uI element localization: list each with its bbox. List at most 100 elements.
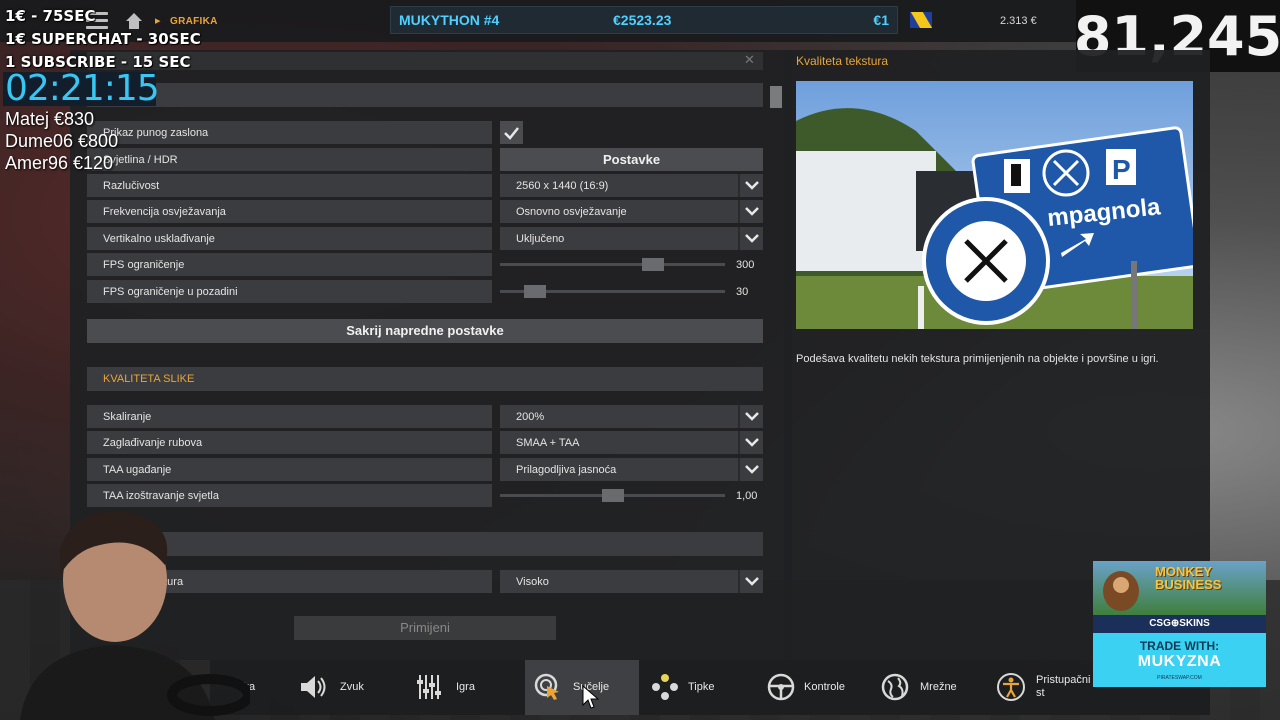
apply-button[interactable]: Primijeni xyxy=(294,616,556,640)
chevron-down-icon xyxy=(745,181,759,190)
chevron-down-icon xyxy=(745,207,759,216)
chevron-down-icon xyxy=(745,577,759,586)
sponsor-ad[interactable]: MONKEY BUSINESS CSG⊕SKINS TRADE WITH: MU… xyxy=(1093,561,1266,687)
chevron-down-icon xyxy=(745,412,759,421)
setting-row: TAA ugađanje xyxy=(87,458,492,481)
setting-row: FPS ograničenje u pozadini xyxy=(87,280,492,303)
slider-handle[interactable] xyxy=(642,258,664,271)
scrollbar-thumb[interactable] xyxy=(770,86,782,108)
profile-small-amount: €1 xyxy=(873,12,889,28)
setting-label: FPS ograničenje u pozadini xyxy=(103,286,238,298)
dropdown-value: 2560 x 1440 (16:9) xyxy=(516,180,609,192)
ad-cta-line1: TRADE WITH: xyxy=(1139,639,1220,653)
webcam-feed xyxy=(0,505,250,720)
bank-balance: 2.313 € xyxy=(1000,15,1037,27)
nav-label: Tipke xyxy=(688,681,715,693)
chevron-down-icon xyxy=(745,234,759,243)
nav-game[interactable]: Igra xyxy=(408,660,518,715)
gamepad-buttons-icon xyxy=(652,674,678,700)
setting-row: Vertikalno usklađivanje xyxy=(87,227,492,250)
hide-advanced-button[interactable]: Sakrij napredne postavke xyxy=(87,319,763,343)
country-flag-icon xyxy=(910,12,932,28)
ad-game-title-line2: BUSINESS xyxy=(1155,577,1222,592)
ad-game-title: MONKEY BUSINESS xyxy=(1155,565,1221,591)
nav-keys[interactable]: Tipke xyxy=(646,660,756,715)
globe-icon xyxy=(881,673,909,701)
setting-row: Svjetlina / HDR xyxy=(87,148,492,171)
profile-bar: MUKYTHON #4 €2523.23 €1 xyxy=(390,6,898,34)
steering-wheel-icon xyxy=(767,673,795,701)
profile-name: MUKYTHON #4 xyxy=(399,12,500,28)
slider-value: 300 xyxy=(736,259,755,271)
chevron-down-icon xyxy=(745,465,759,474)
slider-track[interactable] xyxy=(500,263,725,266)
section-image-quality: KVALITETA SLIKE xyxy=(87,367,763,391)
setting-dropdown[interactable]: 2560 x 1440 (16:9) xyxy=(500,174,763,197)
setting-label: Razlučivost xyxy=(103,180,160,192)
dropdown-button[interactable] xyxy=(738,431,763,454)
dropdown-value: Osnovno osvježavanje xyxy=(516,206,627,218)
close-icon[interactable]: ✕ xyxy=(744,53,758,67)
setting-dropdown[interactable]: Uključeno xyxy=(500,227,763,250)
texture-quality-dropdown[interactable]: Visoko xyxy=(500,570,763,593)
nav-label: Igra xyxy=(456,681,475,693)
top-donor-1: Matej €830 xyxy=(5,109,95,129)
slider-handle[interactable] xyxy=(602,489,624,502)
dropdown-value: Uključeno xyxy=(516,233,565,245)
dropdown-button[interactable] xyxy=(738,174,763,197)
dropdown-button[interactable] xyxy=(738,458,763,481)
setting-label: Prikaz punog zaslona xyxy=(103,127,209,139)
ad-cta-line2: MUKYZNA xyxy=(1137,653,1222,670)
section-display xyxy=(87,83,763,107)
slider-handle[interactable] xyxy=(524,285,546,298)
fullscreen-checkbox[interactable] xyxy=(500,121,523,144)
slider-value: 1,00 xyxy=(736,490,758,502)
sign-letter: P xyxy=(1112,154,1131,185)
setting-label: Zaglađivanje rubova xyxy=(103,437,203,449)
setting-slider[interactable]: 30 xyxy=(500,280,763,303)
setting-slider[interactable]: 1,00 xyxy=(500,484,763,507)
home-icon[interactable] xyxy=(124,11,144,31)
setting-label: Svjetlina / HDR xyxy=(103,154,178,166)
ad-game-banner: MONKEY BUSINESS xyxy=(1093,561,1266,615)
nav-label: Kontrole xyxy=(804,681,845,693)
profile-money: €2523.23 xyxy=(613,12,672,28)
nav-controls[interactable]: Kontrole xyxy=(762,660,874,715)
dropdown-button[interactable] xyxy=(738,227,763,250)
detail-title: Kvaliteta tekstura xyxy=(796,54,889,68)
setting-dropdown[interactable]: SMAA + TAA xyxy=(500,431,763,454)
bottom-navigation: fika Zvuk Igra Sučelje Tipke Kontrole Mr… xyxy=(210,660,1210,715)
nav-sound[interactable]: Zvuk xyxy=(292,660,402,715)
donation-rule-1: 1€ - 75SEC xyxy=(5,7,96,25)
ad-cta-line3: PIRATESWAP.COM xyxy=(1157,675,1202,681)
hdr-settings-button[interactable]: Postavke xyxy=(500,148,763,171)
dropdown-button[interactable] xyxy=(738,570,763,593)
slider-value: 30 xyxy=(736,286,749,298)
dropdown-button[interactable] xyxy=(738,200,763,223)
setting-row: Skaliranje xyxy=(87,405,492,428)
setting-row: FPS ograničenje xyxy=(87,253,492,276)
breadcrumb[interactable]: GRAFIKA xyxy=(170,16,218,27)
setting-label: Frekvencija osvježavanja xyxy=(103,206,226,218)
setting-dropdown[interactable]: Osnovno osvježavanje xyxy=(500,200,763,223)
setting-dropdown[interactable]: Prilagodljiva jasnoća xyxy=(500,458,763,481)
setting-slider[interactable]: 300 xyxy=(500,253,763,276)
top-donor-3: Amer96 €120 xyxy=(5,153,114,173)
checkmark-icon xyxy=(504,127,519,140)
dropdown-button[interactable] xyxy=(738,405,763,428)
setting-row: Razlučivost xyxy=(87,174,492,197)
accessibility-icon xyxy=(997,673,1025,701)
setting-row: Prikaz punog zaslona xyxy=(87,121,492,144)
nav-network[interactable]: Mrežne xyxy=(878,660,990,715)
setting-row: Zaglađivanje rubova xyxy=(87,431,492,454)
mouse-cursor-icon xyxy=(582,685,600,709)
dropdown-value: SMAA + TAA xyxy=(516,437,580,449)
setting-dropdown[interactable]: 200% xyxy=(500,405,763,428)
setting-label: TAA izoštravanje svjetla xyxy=(103,490,219,502)
ad-cta: TRADE WITH: MUKYZNA PIRATESWAP.COM xyxy=(1093,633,1266,687)
ad-brand: CSG⊕SKINS xyxy=(1093,615,1266,633)
setting-label: Skaliranje xyxy=(103,411,152,423)
setting-label: Vertikalno usklađivanje xyxy=(103,233,215,245)
setting-row: TAA izoštravanje svjetla xyxy=(87,484,492,507)
setting-row: Frekvencija osvježavanja xyxy=(87,200,492,223)
